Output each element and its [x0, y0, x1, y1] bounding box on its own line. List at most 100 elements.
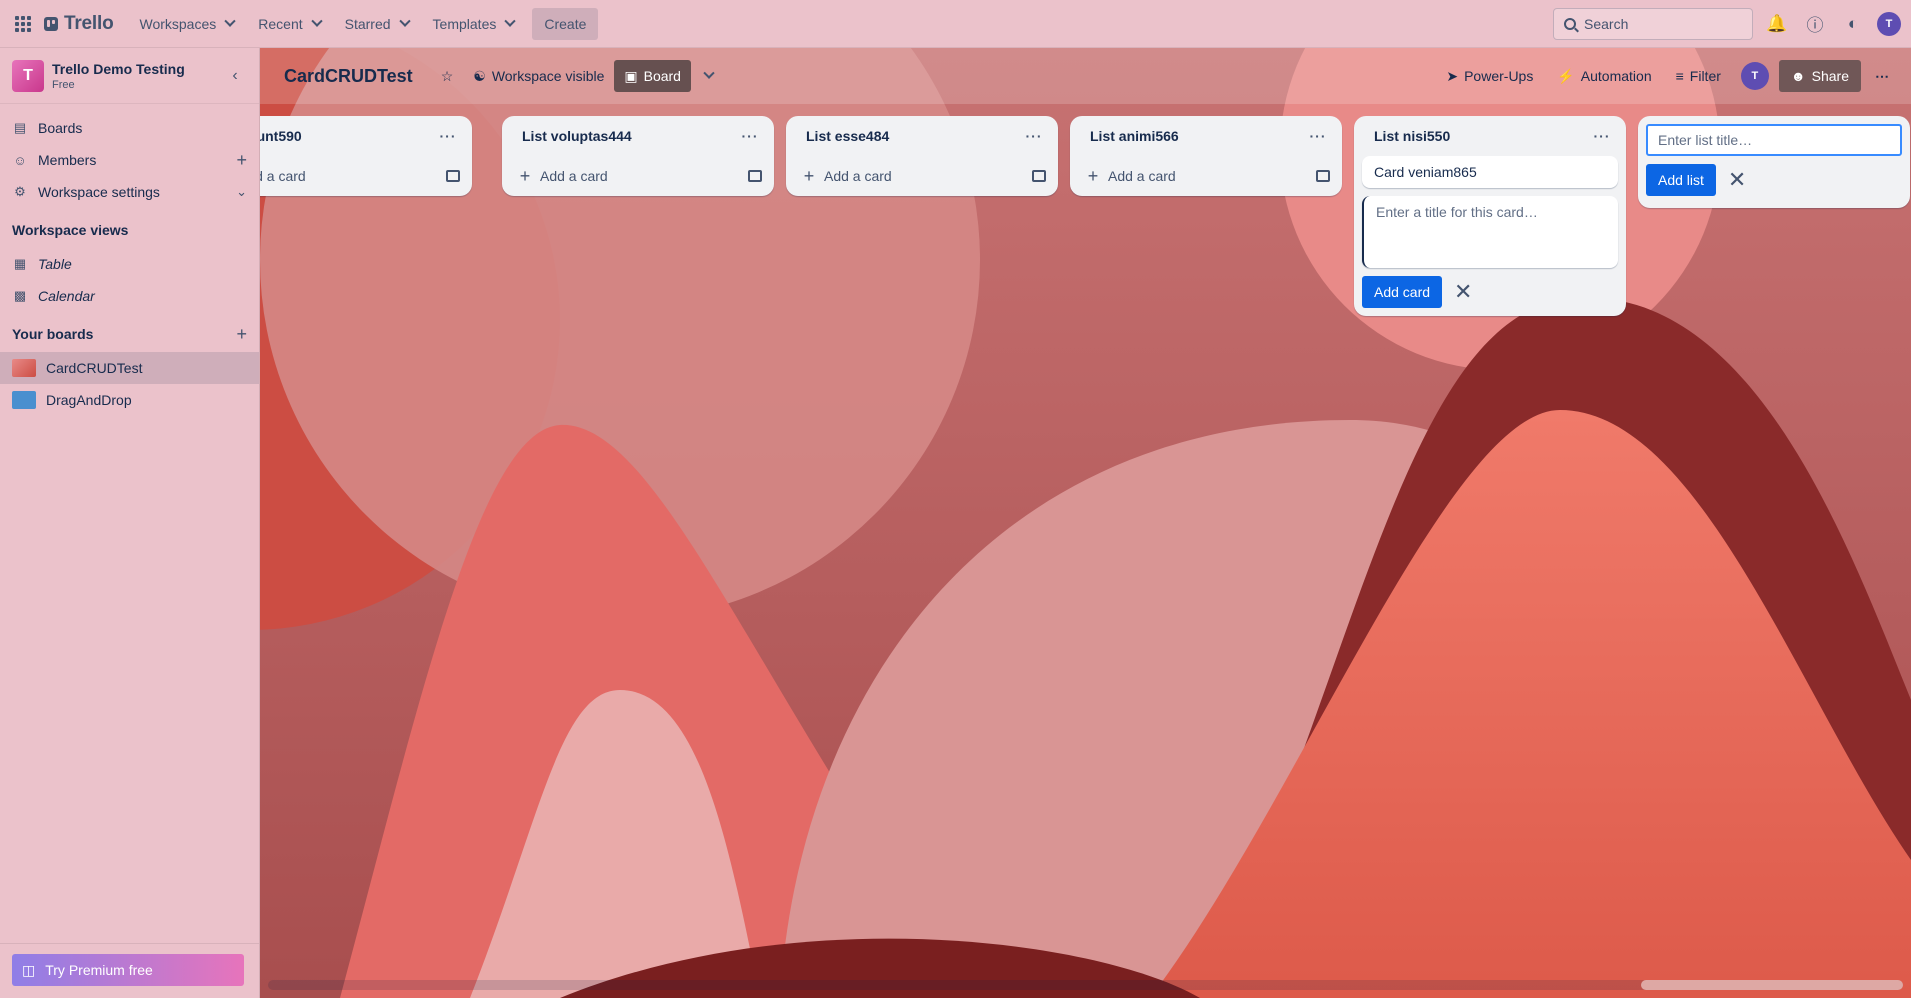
list-title[interactable]: List sunt590 [260, 128, 436, 144]
lightning-icon: ⚡ [1557, 67, 1575, 84]
list-header: List nisi550 ··· [1354, 116, 1626, 156]
filter-button[interactable]: ≡ Filter [1666, 60, 1731, 92]
add-card-button[interactable]: + Add a card [260, 156, 472, 196]
chevron-down-icon [310, 15, 323, 27]
sidebar-item-table[interactable]: ▦ Table [0, 248, 259, 280]
sidebar-item-calendar[interactable]: ▩ Calendar [0, 280, 259, 312]
people-icon: ☯ [473, 67, 486, 84]
list-actions-icon[interactable]: ··· [738, 128, 762, 144]
your-boards-heading: Your boards + [0, 316, 259, 352]
add-board-icon[interactable]: + [236, 324, 247, 345]
section-title: Your boards [12, 326, 94, 342]
starred-label: Starred [344, 15, 391, 32]
automation-button[interactable]: ⚡ Automation [1547, 60, 1661, 92]
board-menu-button[interactable]: ⋯ [1865, 60, 1899, 92]
starred-menu[interactable]: Starred [333, 8, 421, 40]
workspace-logo[interactable]: T [12, 59, 44, 92]
list-column[interactable]: List animi566 ··· + Add a card [1070, 116, 1342, 196]
star-icon: ☆ [440, 67, 454, 84]
list-title-input[interactable]: Enter list title… [1646, 124, 1902, 156]
power-ups-button[interactable]: ➤ Power-Ups [1436, 60, 1543, 92]
board-member-avatar[interactable]: T [1740, 62, 1769, 90]
horizontal-scrollbar[interactable] [268, 980, 1903, 990]
close-icon[interactable]: ✕ [1454, 281, 1472, 303]
card-template-icon[interactable] [1032, 170, 1046, 182]
card-form-actions: Add card ✕ [1354, 276, 1626, 316]
add-card-button[interactable]: + Add a card [502, 156, 774, 196]
workspace-sidebar: T Trello Demo Testing Free ‹ ▤ Boards ☺ … [0, 48, 260, 998]
person-icon: ☺ [13, 152, 27, 168]
card-template-icon[interactable] [446, 170, 460, 182]
add-list-button[interactable]: Add list [1646, 164, 1716, 196]
board-title[interactable]: CardCRUDTest [284, 66, 413, 87]
list-title[interactable]: List voluptas444 [522, 128, 738, 144]
list-actions-icon[interactable]: ··· [436, 128, 460, 144]
sidebar-item-label: DragAndDrop [46, 392, 132, 408]
sidebar-item-label: CardCRUDTest [46, 360, 143, 376]
list-actions-icon[interactable]: ··· [1590, 128, 1614, 144]
add-card-submit-button[interactable]: Add card [1362, 276, 1443, 308]
recent-menu[interactable]: Recent [246, 8, 332, 40]
list-title[interactable]: List esse484 [806, 128, 1022, 144]
power-ups-label: Power-Ups [1464, 68, 1534, 84]
add-card-button[interactable]: + Add a card [786, 156, 1058, 196]
plus-icon: + [1087, 165, 1099, 186]
add-card-label: Add a card [1108, 168, 1176, 184]
scrollbar-thumb[interactable] [1641, 980, 1903, 990]
add-list-form: Enter list title… Add list ✕ [1638, 116, 1910, 208]
add-card-button[interactable]: + Add a card [1070, 156, 1342, 196]
chevron-down-icon [504, 15, 517, 27]
list-header: List esse484 ··· [786, 116, 1058, 156]
app-switcher-icon[interactable] [10, 11, 36, 37]
trello-logo[interactable]: Trello [44, 13, 114, 35]
new-card-title-input[interactable]: Enter a title for this card… [1362, 196, 1618, 268]
filter-icon: ≡ [1675, 68, 1684, 84]
premium-icon: ◫ [22, 961, 36, 978]
board-view-label: Board [643, 68, 681, 84]
close-icon[interactable]: ✕ [1728, 169, 1746, 191]
collapse-sidebar-icon[interactable]: ‹ [223, 67, 247, 85]
notifications-bell-icon[interactable]: 🔔 [1763, 10, 1791, 38]
sidebar-board-draganddrop[interactable]: DragAndDrop [0, 384, 259, 416]
search-input[interactable]: Search [1553, 7, 1753, 40]
list-title[interactable]: List animi566 [1090, 128, 1306, 144]
list-form-actions: Add list ✕ [1638, 164, 1910, 204]
list-title[interactable]: List nisi550 [1374, 128, 1590, 144]
list-column[interactable]: List nisi550 ··· Card veniam865 Enter a … [1354, 116, 1626, 316]
card[interactable]: Card veniam865 [1362, 156, 1618, 188]
automation-label: Automation [1580, 68, 1652, 84]
list-column[interactable]: List esse484 ··· + Add a card [786, 116, 1058, 196]
workspace-name[interactable]: Trello Demo Testing [52, 61, 185, 77]
list-header: List sunt590 ··· [260, 116, 472, 156]
star-board-button[interactable]: ☆ [431, 60, 464, 92]
sidebar-board-cardcrudtest[interactable]: CardCRUDTest [0, 352, 259, 384]
user-avatar[interactable]: T [1877, 11, 1901, 36]
sidebar-item-boards[interactable]: ▤ Boards [0, 112, 259, 144]
help-icon[interactable]: ⓘ [1801, 10, 1829, 38]
sidebar-item-label: Table [38, 256, 72, 272]
board-header: CardCRUDTest ☆ ☯ Workspace visible ▣ Boa… [260, 48, 1911, 104]
search-icon [1564, 17, 1576, 30]
sidebar-item-workspace-settings[interactable]: ⚙ Workspace settings ⌄ [0, 176, 259, 208]
card-template-icon[interactable] [748, 170, 762, 182]
list-actions-icon[interactable]: ··· [1306, 128, 1330, 144]
table-icon: ▦ [13, 256, 27, 271]
workspaces-menu[interactable]: Workspaces [127, 8, 246, 40]
chevron-down-icon[interactable]: ⌄ [236, 184, 247, 200]
share-button[interactable]: ☻ Share [1778, 60, 1861, 92]
board-view-button[interactable]: ▣ Board [614, 60, 691, 92]
create-button[interactable]: Create [532, 7, 599, 40]
card-template-icon[interactable] [1316, 170, 1330, 182]
list-column[interactable]: List sunt590 ··· + Add a card [260, 116, 472, 196]
board-canvas: List sunt590 ··· + Add a card List volup… [260, 104, 1911, 976]
add-member-icon[interactable]: + [236, 150, 247, 171]
list-column[interactable]: List voluptas444 ··· + Add a card [502, 116, 774, 196]
theme-toggle-icon[interactable]: ◐ [1839, 10, 1867, 38]
templates-menu[interactable]: Templates [421, 8, 527, 40]
visibility-button[interactable]: ☯ Workspace visible [463, 60, 614, 92]
try-premium-button[interactable]: ◫ Try Premium free [12, 954, 244, 986]
list-actions-icon[interactable]: ··· [1022, 128, 1046, 144]
sidebar-item-members[interactable]: ☺ Members + [0, 144, 259, 176]
plus-icon: + [803, 165, 815, 186]
views-dropdown-button[interactable] [691, 60, 723, 92]
